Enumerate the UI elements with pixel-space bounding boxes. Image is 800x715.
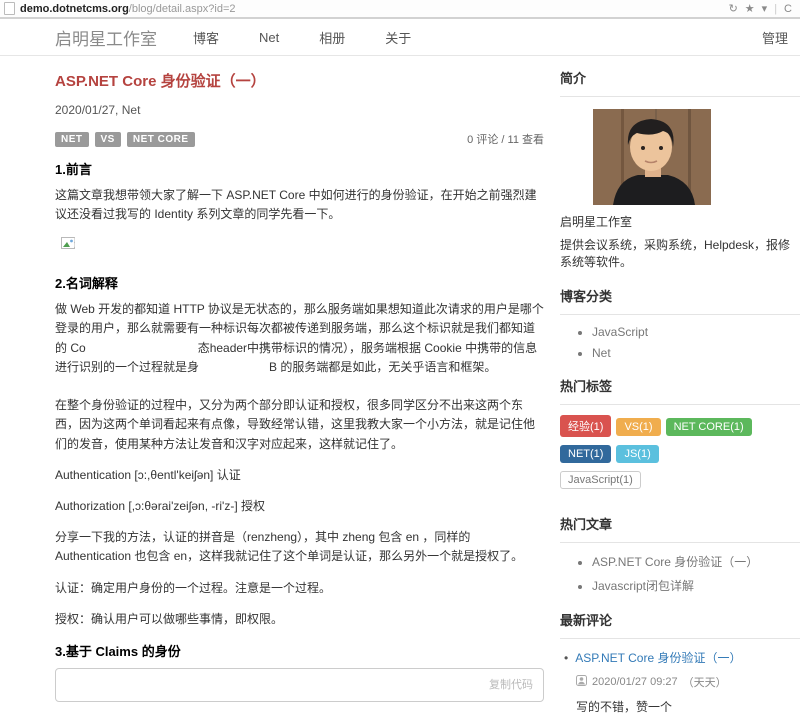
toolbar-separator: | xyxy=(774,2,778,15)
profile-description: 提供会议系统，采购系统，Helpdesk，报修系统等软件。 xyxy=(560,238,791,269)
sidebar-heading-hot-posts: 热门文章 xyxy=(560,514,800,543)
bullet-icon: • xyxy=(564,650,569,665)
toolbar-extra-icon[interactable]: C xyxy=(784,3,792,15)
site-brand[interactable]: 启明星工作室 xyxy=(55,25,157,50)
paragraph: 分享一下我的方法，认证的拼音是（renzheng），其中 zheng 包含 en… xyxy=(55,529,524,564)
sidebar-heading-tags: 热门标签 xyxy=(560,376,800,405)
comment-timestamp: 2020/01/27 09:27 xyxy=(592,676,678,688)
comment-post-link[interactable]: ASP.NET Core 身份验证（一） xyxy=(575,649,741,666)
favorite-star-icon[interactable]: ★ xyxy=(745,2,755,15)
hot-tag[interactable]: NET CORE(1) xyxy=(665,418,752,436)
latest-comment: • ASP.NET Core 身份验证（一） 2020/01/27 09:27 … xyxy=(560,639,800,715)
hot-tag[interactable]: 经验(1) xyxy=(560,415,612,437)
url-path: /blog/detail.aspx?id=2 xyxy=(128,2,236,15)
profile-name: 启明星工作室 xyxy=(560,215,633,229)
article: ASP.NET Core 身份验证（一） 2020/01/27, Net NET… xyxy=(55,66,544,715)
paragraph: Authentication [ɔ:,θentl'keiʃən] 认证 xyxy=(55,467,241,482)
article-tag[interactable]: VS xyxy=(94,132,121,147)
paragraph: 做 Web 开发的都知道 HTTP 协议是无状态的，那么服务端如果想知道此次请求… xyxy=(55,301,544,375)
dropdown-caret-icon[interactable]: ▾ xyxy=(762,2,768,15)
paragraph: Authorization [,ɔ:θərai'zeiʃən, -ri'z-] … xyxy=(55,498,265,513)
browser-address-bar: demo.dotnetcms.org/blog/detail.aspx?id=2… xyxy=(0,0,800,19)
tag-cloud: 经验(1) VS(1) NET CORE(1) NET(1) JS(1) JavaScr… xyxy=(560,405,800,498)
article-title: ASP.NET Core 身份验证（一） xyxy=(55,73,266,90)
hot-post-link[interactable]: Javascript闭包详解 xyxy=(592,577,800,594)
paragraph: 在整个身份验证的过程中，又分为两个部分即认证和授权，很多同学区分不出来这两个东西… xyxy=(55,397,536,451)
nav-item-net[interactable]: Net xyxy=(259,30,279,45)
site-nav: 启明星工作室 博客 Net 相册 关于 管理 xyxy=(0,19,800,56)
nav-item-about[interactable]: 关于 xyxy=(385,28,411,47)
nav-item-album[interactable]: 相册 xyxy=(319,28,345,47)
comment-author: （天天） xyxy=(682,677,727,689)
article-stats: 0 评论 / 11 查看 xyxy=(467,134,544,146)
section-heading-3: 3.基于 Claims 的身份 xyxy=(55,643,181,659)
category-item[interactable]: JavaScript xyxy=(592,325,800,339)
hot-tag[interactable]: JS(1) xyxy=(616,445,659,463)
category-item[interactable]: Net xyxy=(592,346,800,360)
copy-code-button[interactable]: 复制代码 xyxy=(489,679,533,691)
hot-tag[interactable]: JavaScript(1) xyxy=(560,471,641,489)
broken-image-icon xyxy=(61,236,76,255)
article-tagrow: NET VS NET CORE 0 评论 / 11 查看 xyxy=(55,131,544,147)
page-icon xyxy=(4,2,15,15)
nav-item-blog[interactable]: 博客 xyxy=(193,28,219,47)
code-block: 复制代码 xyxy=(55,667,544,702)
hot-tag[interactable]: VS(1) xyxy=(616,418,661,436)
category-list: JavaScript Net xyxy=(560,325,800,360)
sidebar: 简介 启明星工作室 提供会议系统，采购系统，Helpdesk，报修系统等软件。 … xyxy=(560,66,800,715)
sidebar-heading-latest-comments: 最新评论 xyxy=(560,610,800,639)
hot-post-list: ASP.NET Core 身份验证（一） Javascript闭包详解 xyxy=(560,553,800,594)
refresh-icon[interactable]: ↻ xyxy=(729,2,738,15)
paragraph: 认证：确定用户身份的一个过程。注意是一个过程。 xyxy=(55,580,332,595)
address-url[interactable]: demo.dotnetcms.org/blog/detail.aspx?id=2 xyxy=(20,3,236,15)
url-host: demo.dotnetcms.org xyxy=(20,2,129,15)
profile-photo xyxy=(593,109,800,205)
section-heading-2: 2.名词解释 xyxy=(55,275,118,291)
article-tag[interactable]: NET CORE xyxy=(126,132,195,147)
comment-text: 写的不错，赞一个 xyxy=(576,700,673,714)
commenter-icon xyxy=(576,675,587,689)
sidebar-heading-intro: 简介 xyxy=(560,68,800,97)
paragraph: 这篇文章我想带领大家了解一下 ASP.NET Core 中如何进行的身份验证，在… xyxy=(55,188,537,222)
paragraph: 授权：确认用户可以做哪些事情，即权限。 xyxy=(55,611,284,626)
sidebar-heading-categories: 博客分类 xyxy=(560,286,800,315)
hot-tag[interactable]: NET(1) xyxy=(560,445,612,463)
nav-item-admin[interactable]: 管理 xyxy=(762,28,788,47)
article-tag[interactable]: NET xyxy=(55,132,89,147)
article-meta: 2020/01/27, Net xyxy=(55,103,141,117)
section-heading-1: 1.前言 xyxy=(55,162,92,177)
hot-post-link[interactable]: ASP.NET Core 身份验证（一） xyxy=(592,553,800,570)
